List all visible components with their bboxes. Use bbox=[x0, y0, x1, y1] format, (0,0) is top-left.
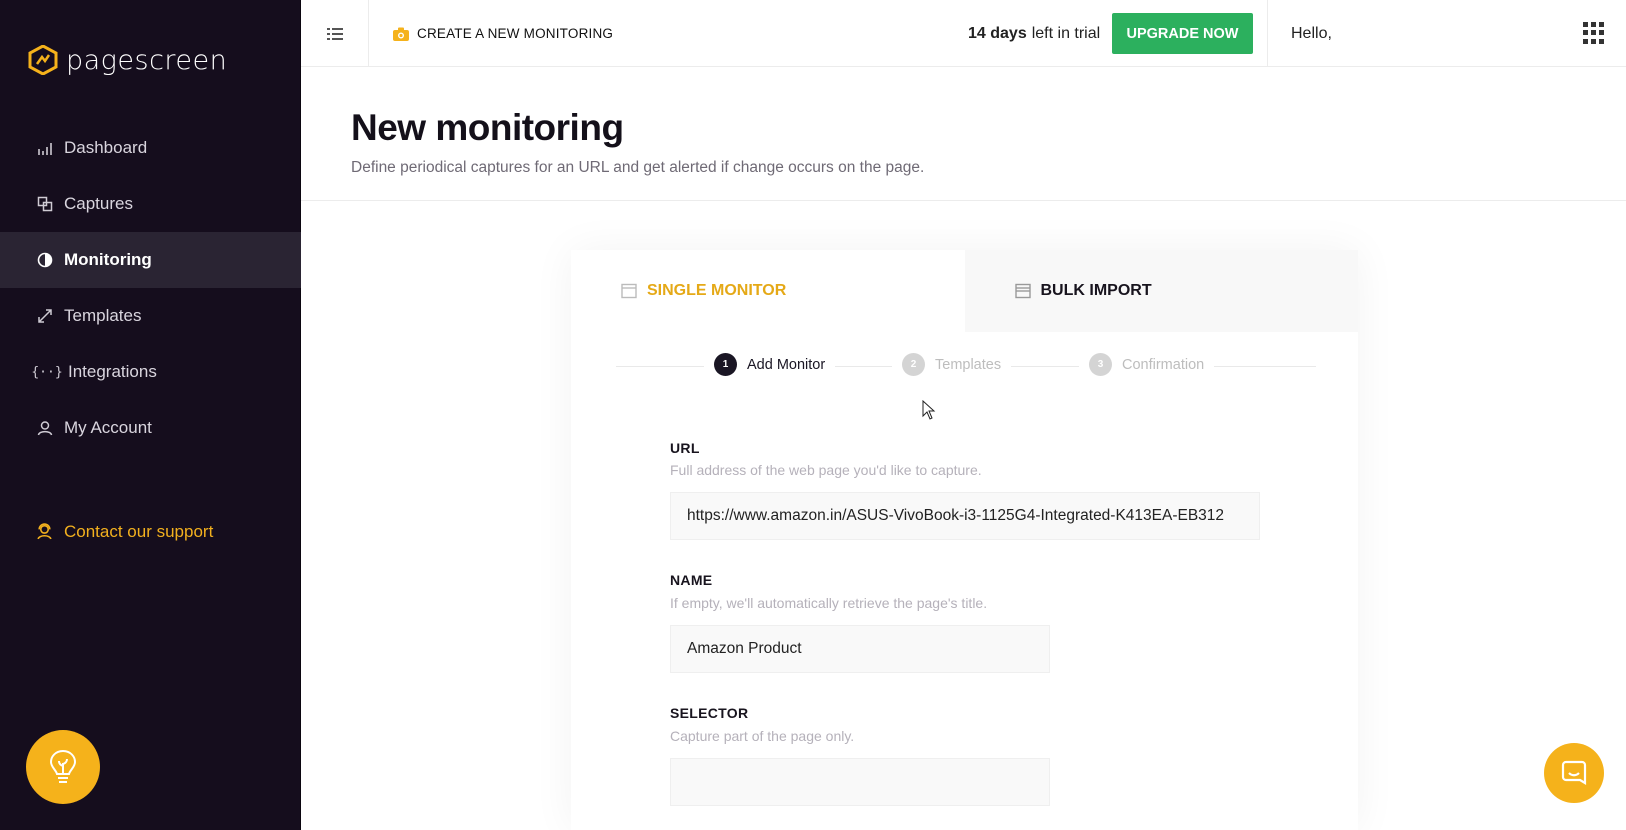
chat-widget-button[interactable] bbox=[1544, 743, 1604, 803]
step-add-monitor: 1 Add Monitor bbox=[704, 353, 836, 376]
selector-help: Capture part of the page only. bbox=[670, 728, 855, 744]
name-label: NAME bbox=[670, 572, 713, 588]
trial-days: 14 days bbox=[968, 24, 1027, 42]
name-input[interactable] bbox=[670, 625, 1050, 673]
sidebar-item-label: My Account bbox=[64, 418, 152, 437]
half-circle-icon bbox=[36, 251, 54, 269]
sidebar-item-label: Captures bbox=[64, 194, 133, 213]
sidebar-item-captures[interactable]: Captures bbox=[0, 176, 301, 232]
sidebar-item-templates[interactable]: Templates bbox=[0, 288, 301, 344]
tab-label: SINGLE MONITOR bbox=[647, 282, 787, 299]
sidebar: pagescreen Dashboard Captures Monitoring… bbox=[0, 0, 301, 830]
logo[interactable]: pagescreen bbox=[28, 40, 227, 80]
step-label: Add Monitor bbox=[747, 356, 826, 373]
url-label: URL bbox=[670, 440, 700, 456]
sidebar-item-label: Monitoring bbox=[64, 250, 152, 269]
support-label: Contact our support bbox=[64, 522, 214, 541]
step-templates: 2 Templates bbox=[892, 353, 1012, 376]
apps-grid-icon[interactable] bbox=[1583, 22, 1605, 44]
logo-text: pagescreen bbox=[66, 44, 228, 76]
top-bar: CREATE A NEW MONITORING 14 days left in … bbox=[301, 0, 1626, 67]
step-label: Confirmation bbox=[1122, 356, 1205, 373]
camera-icon bbox=[393, 27, 409, 41]
trial-suffix: left in trial bbox=[1031, 24, 1101, 42]
list-icon bbox=[326, 27, 343, 40]
window-icon bbox=[621, 283, 637, 299]
sidebar-item-my-account[interactable]: My Account bbox=[0, 400, 301, 456]
tab-bulk-import[interactable]: BULK IMPORT bbox=[964, 250, 1358, 332]
user-greeting[interactable]: Hello, bbox=[1291, 0, 1332, 67]
sidebar-item-label: Integrations bbox=[68, 362, 157, 381]
sidebar-item-integrations[interactable]: {··} Integrations bbox=[0, 344, 301, 400]
sidebar-item-dashboard[interactable]: Dashboard bbox=[0, 120, 301, 176]
breadcrumb: CREATE A NEW MONITORING bbox=[393, 0, 613, 67]
bulk-icon bbox=[1014, 283, 1031, 299]
captures-icon bbox=[36, 195, 54, 213]
url-input[interactable] bbox=[670, 492, 1260, 540]
divider bbox=[1267, 0, 1268, 67]
chat-icon bbox=[1561, 760, 1587, 785]
new-monitor-card: SINGLE MONITOR BULK IMPORT 1 Add Monitor… bbox=[571, 250, 1358, 830]
upgrade-now-button[interactable]: UPGRADE NOW bbox=[1112, 13, 1253, 54]
page-title: New monitoring bbox=[351, 107, 624, 148]
page-header: New monitoring Define periodical capture… bbox=[301, 67, 1626, 201]
selector-label: SELECTOR bbox=[670, 705, 749, 721]
pagescreen-logo-icon bbox=[28, 45, 58, 75]
support-agent-icon bbox=[36, 523, 54, 541]
sidebar-item-label: Dashboard bbox=[64, 138, 148, 157]
breadcrumb-label: CREATE A NEW MONITORING bbox=[417, 26, 614, 41]
user-icon bbox=[36, 419, 54, 437]
page-subtitle: Define periodical captures for an URL an… bbox=[351, 159, 925, 176]
selector-input[interactable] bbox=[670, 758, 1050, 806]
step-number: 2 bbox=[902, 353, 925, 376]
expand-icon bbox=[36, 307, 54, 325]
step-label: Templates bbox=[935, 356, 1002, 373]
trial-status: 14 days left in trial bbox=[968, 0, 1100, 67]
step-confirmation: 3 Confirmation bbox=[1079, 353, 1215, 376]
sidebar-item-label: Templates bbox=[64, 306, 142, 325]
url-help: Full address of the web page you'd like … bbox=[670, 462, 982, 478]
code-braces-icon: {··} bbox=[31, 364, 63, 380]
monitor-tabs: SINGLE MONITOR BULK IMPORT bbox=[571, 250, 1358, 332]
tab-single-monitor[interactable]: SINGLE MONITOR bbox=[571, 250, 965, 332]
bar-chart-icon bbox=[36, 139, 54, 157]
menu-toggle-button[interactable] bbox=[301, 0, 369, 67]
name-help: If empty, we'll automatically retrieve t… bbox=[670, 595, 988, 611]
stepper: 1 Add Monitor 2 Templates 3 Confirmation bbox=[616, 350, 1316, 382]
sidebar-item-monitoring[interactable]: Monitoring bbox=[0, 232, 301, 288]
step-number: 1 bbox=[714, 353, 737, 376]
sidebar-nav: Dashboard Captures Monitoring Templates … bbox=[0, 120, 301, 456]
step-number: 3 bbox=[1089, 353, 1112, 376]
mouse-cursor-icon bbox=[922, 400, 936, 420]
tab-label: BULK IMPORT bbox=[1040, 282, 1152, 299]
lightbulb-icon bbox=[49, 749, 77, 783]
contact-support-link[interactable]: Contact our support bbox=[36, 522, 213, 542]
tips-button[interactable] bbox=[26, 730, 100, 804]
